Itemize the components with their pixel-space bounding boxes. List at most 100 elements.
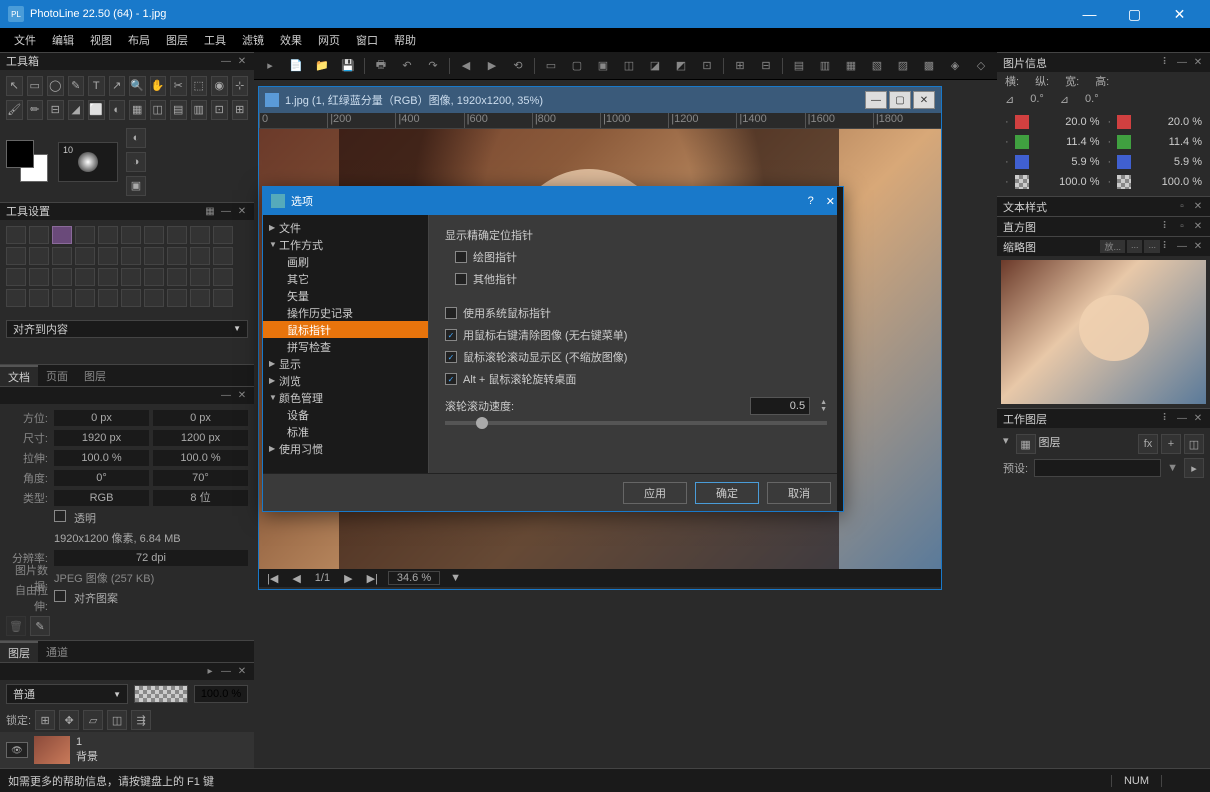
panel-restore-icon[interactable]: ▫ [1176,201,1188,213]
panel-close-icon[interactable]: ✕ [1192,221,1204,233]
menu-图层[interactable]: 图层 [158,28,196,52]
layer-group-icon[interactable]: ▦ [1016,434,1036,454]
panel-close-icon[interactable]: ✕ [1192,57,1204,69]
lock-link-icon[interactable]: ⇶ [131,710,151,730]
layer-row[interactable]: 👁 1 背景 [0,732,254,768]
tool-setting-btn[interactable] [6,289,26,307]
toolbar-icon[interactable]: ▧ [867,56,887,76]
lock-pixel-icon[interactable]: ▱ [83,710,103,730]
tool-setting-btn[interactable] [29,226,49,244]
tool-setting-btn[interactable] [121,289,141,307]
info-value[interactable]: 72 dpi [54,550,248,566]
tab-图层[interactable]: 图层 [0,641,38,663]
info-value[interactable]: 0° [54,470,149,486]
screen-mode-icon[interactable]: ▣ [126,176,146,196]
panel-min-icon[interactable]: — [1176,413,1188,425]
preset-menu-icon[interactable]: ▸ [1184,458,1204,478]
tool-setting-btn[interactable] [52,247,72,265]
panel-close-icon[interactable]: ✕ [1192,241,1204,253]
tab-文档[interactable]: 文档 [0,365,38,387]
toolbar-icon[interactable]: ◩ [671,56,691,76]
menu-布局[interactable]: 布局 [120,28,158,52]
tool-setting-btn[interactable] [121,247,141,265]
tree-item-鼠标指针[interactable]: 鼠标指针 [263,321,428,338]
checkbox-row[interactable]: 绘图指针 [445,249,827,265]
menu-效果[interactable]: 效果 [272,28,310,52]
nav-prev-icon[interactable]: ◀ [288,572,304,585]
doc-maximize-button[interactable]: ▢ [889,91,911,109]
toolbar-icon[interactable]: ◫ [619,56,639,76]
tool-setting-btn[interactable] [190,268,210,286]
tool-setting-btn[interactable] [144,268,164,286]
tree-item-操作历史记录[interactable]: 操作历史记录 [263,304,428,321]
layer-mask-icon[interactable]: ◫ [1184,434,1204,454]
dialog-close-button[interactable]: ✕ [826,195,835,208]
menu-窗口[interactable]: 窗口 [348,28,386,52]
chevron-down-icon[interactable]: ▼ [1167,462,1178,474]
toolbar-icon[interactable]: ⊞ [730,56,750,76]
toolbar-icon[interactable]: 📁 [312,56,332,76]
panel-close-icon[interactable]: ✕ [236,205,248,217]
tree-item-显示[interactable]: ▶显示 [263,355,428,372]
toolbar-icon[interactable]: ▢ [567,56,587,76]
toolbar-icon[interactable]: ◇ [971,56,991,76]
tree-item-颜色管理[interactable]: ▼颜色管理 [263,389,428,406]
tool-icon[interactable]: ▦ [129,100,146,120]
tool-icon[interactable]: ▥ [191,100,208,120]
menu-文件[interactable]: 文件 [6,28,44,52]
maximize-button[interactable]: ▢ [1112,0,1157,28]
info-value[interactable]: 1200 px [153,430,248,446]
mask-icon[interactable]: ◐ [126,128,146,148]
lock-pos-icon[interactable]: ✥ [59,710,79,730]
menu-工具[interactable]: 工具 [196,28,234,52]
lock-alpha-icon[interactable]: ◫ [107,710,127,730]
tool-setting-btn[interactable] [6,247,26,265]
info-value[interactable]: 100.0 % [54,450,149,466]
transparent-checkbox[interactable] [54,510,66,522]
tool-setting-btn[interactable] [98,289,118,307]
tool-icon[interactable]: ◉ [211,76,228,96]
color-swatches[interactable] [6,140,50,184]
tool-setting-btn[interactable] [6,268,26,286]
toolbar-icon[interactable]: ▭ [541,56,561,76]
panel-min-icon[interactable]: — [220,205,232,217]
tool-icon[interactable]: ◯ [47,76,64,96]
menu-滤镜[interactable]: 滤镜 [234,28,272,52]
toolbar-icon[interactable]: ◪ [645,56,665,76]
panel-menu-icon[interactable]: ⠇ [1160,413,1172,425]
tool-icon[interactable]: ▭ [27,76,44,96]
toolbar-icon[interactable]: ▶ [482,56,502,76]
checkbox[interactable]: ✓ [445,329,457,341]
doc-close-button[interactable]: ✕ [913,91,935,109]
panel-min-icon[interactable]: — [1176,241,1188,253]
toolbar-icon[interactable]: 🖶 [371,56,391,76]
tool-setting-btn[interactable] [213,247,233,265]
toolbar-icon[interactable]: ▩ [919,56,939,76]
info-value[interactable]: 0 px [153,410,248,426]
info-value[interactable]: 8 位 [153,490,248,506]
tool-setting-btn[interactable] [52,268,72,286]
toolbar-icon[interactable]: ↶ [397,56,417,76]
panel-menu-icon[interactable]: ⠇ [1160,241,1172,253]
doc-minimize-button[interactable]: — [865,91,887,109]
tool-icon[interactable]: ↖ [6,76,23,96]
cancel-button[interactable]: 取消 [767,482,831,504]
toolbar-icon[interactable]: 💾 [338,56,358,76]
tool-setting-btn[interactable] [52,226,72,244]
checkbox-row[interactable]: ✓Alt + 鼠标滚轮旋转桌面 [445,371,827,387]
toolbar-icon[interactable]: ▥ [815,56,835,76]
lock-all-icon[interactable]: ⊞ [35,710,55,730]
toolbar-icon[interactable]: ↷ [423,56,443,76]
checkbox-row[interactable]: ✓用鼠标右键清除图像 (无右键菜单) [445,327,827,343]
thumb-tab[interactable]: ... [1144,240,1160,253]
info-value[interactable]: 1920 px [54,430,149,446]
tool-icon[interactable]: ◫ [150,100,167,120]
tool-setting-btn[interactable] [167,289,187,307]
nav-last-icon[interactable]: ▶| [363,572,382,585]
tool-icon[interactable]: ⬚ [191,76,208,96]
info-value[interactable]: RGB [54,490,149,506]
visibility-toggle-icon[interactable]: 👁 [6,742,28,758]
tool-setting-btn[interactable] [121,226,141,244]
info-value[interactable]: 70° [153,470,248,486]
minimize-button[interactable]: — [1067,0,1112,28]
